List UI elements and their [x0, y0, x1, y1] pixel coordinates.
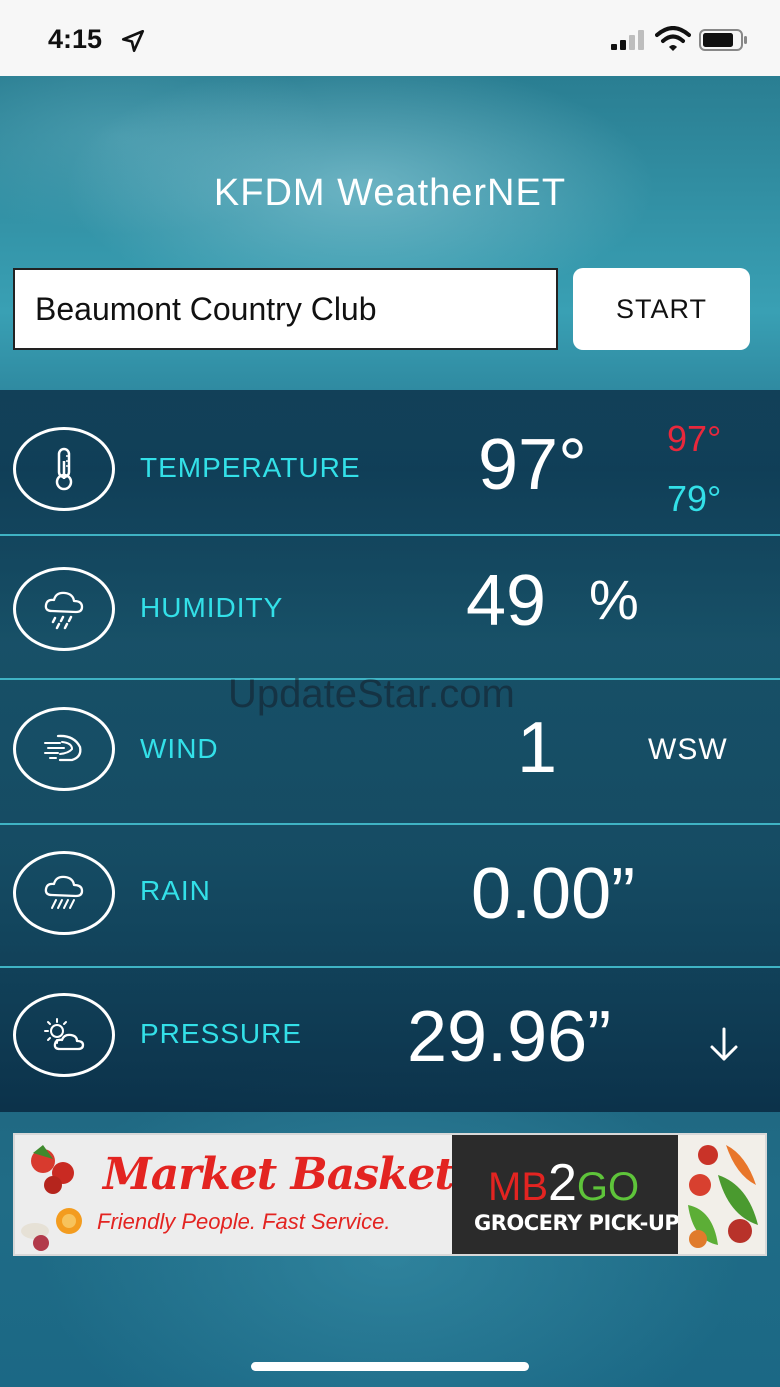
- wind-direction: WSW: [648, 733, 728, 766]
- temperature-label: TEMPERATURE: [140, 452, 361, 483]
- wind-label: WIND: [140, 733, 219, 764]
- location-arrow-icon: [121, 29, 145, 53]
- ad-pickup: GROCERY PICK-UP: [474, 1211, 680, 1235]
- row-divider: [0, 823, 780, 825]
- humidity-label: HUMIDITY: [140, 592, 284, 623]
- wifi-icon: [655, 26, 691, 51]
- temperature-icon-circle: [13, 427, 115, 511]
- pressure-value: 29.96”: [407, 997, 612, 1077]
- temperature-low: 79°: [667, 478, 722, 519]
- cellular-signal-icon: [611, 30, 644, 50]
- ad-mb2go: MB2GO GROCERY PICK-UP: [452, 1135, 680, 1254]
- produce-image-icon: [21, 1145, 82, 1251]
- home-indicator[interactable]: [251, 1362, 529, 1371]
- arrow-down-icon: [710, 1027, 738, 1061]
- humidity-value: 49: [466, 561, 547, 641]
- ad-two: 2: [548, 1154, 577, 1212]
- status-time: 4:15: [48, 24, 103, 54]
- ad-tagline: Friendly People. Fast Service.: [97, 1209, 391, 1234]
- location-input[interactable]: [13, 268, 558, 350]
- start-button[interactable]: START: [573, 268, 750, 350]
- thermometer-icon: [55, 447, 73, 491]
- ad-brand: Market Basket: [103, 1149, 455, 1200]
- battery-icon: [699, 29, 747, 51]
- watermark: UpdateStar.com: [228, 672, 515, 716]
- ad-go: GO: [576, 1165, 640, 1209]
- pressure-label: PRESSURE: [140, 1018, 303, 1049]
- ad-vegetables-image: [678, 1135, 765, 1254]
- humidity-unit: %: [589, 568, 639, 631]
- app-title: KFDM WeatherNET: [213, 172, 567, 214]
- rain-label: RAIN: [140, 875, 211, 906]
- wind-speed: 1: [517, 708, 558, 788]
- row-divider: [0, 534, 780, 536]
- sun-cloud-icon: [44, 1018, 85, 1051]
- wind-icon-circle: [13, 707, 115, 791]
- rain-value: 0.00”: [471, 854, 636, 934]
- ad-banner[interactable]: Market Basket Friendly People. Fast Serv…: [13, 1133, 767, 1256]
- cloud-drizzle-icon: [44, 591, 84, 630]
- ad-mb: MB: [488, 1165, 548, 1209]
- cloud-rain-icon: [44, 875, 84, 909]
- temperature-value: 97°: [478, 425, 587, 505]
- rain-icon-circle: [13, 851, 115, 935]
- status-bar: 4:15: [0, 0, 780, 76]
- humidity-icon-circle: [13, 567, 115, 651]
- row-divider: [0, 966, 780, 968]
- wind-icon: [44, 734, 82, 762]
- vegetables-image-icon: [688, 1145, 758, 1248]
- pressure-icon-circle: [13, 993, 115, 1077]
- ad-mb2go-logo: MB2GO: [488, 1153, 639, 1213]
- temperature-high: 97°: [667, 418, 722, 459]
- ad-market-basket: Market Basket Friendly People. Fast Serv…: [15, 1135, 455, 1254]
